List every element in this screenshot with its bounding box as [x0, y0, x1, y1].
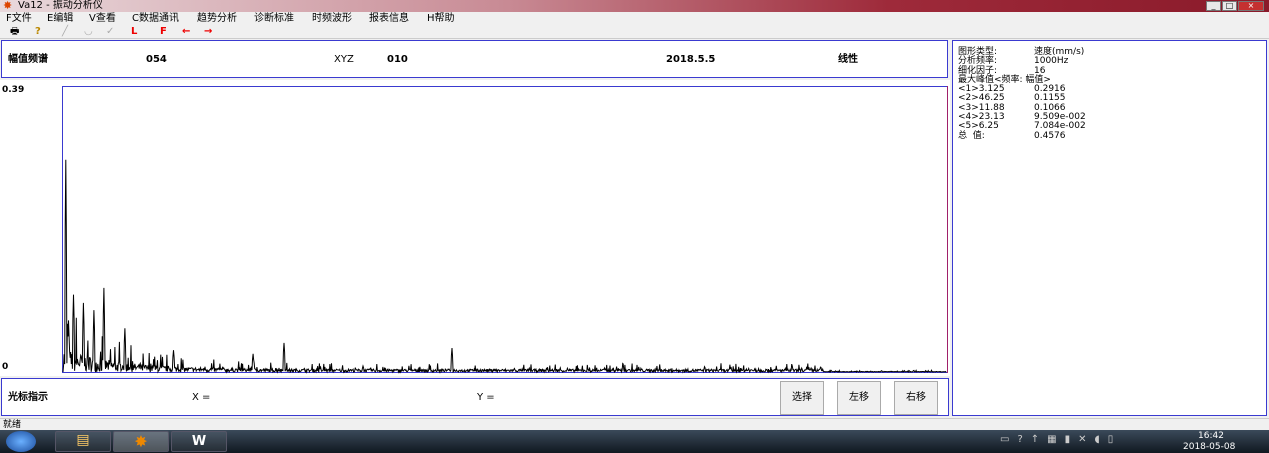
menu-report[interactable]: 报表信息: [369, 12, 409, 25]
f-button[interactable]: F: [160, 25, 167, 39]
word-taskbar-icon[interactable]: W: [171, 431, 227, 452]
cursor-panel: 光标指示 X = Y = 选择 左移 右移: [1, 378, 949, 416]
axis-label: XYZ: [334, 54, 354, 65]
menu-diagnosis[interactable]: 诊断标准: [254, 12, 294, 25]
y-tick-top: 0.39: [2, 85, 25, 95]
chart-area: 0.39 0: [0, 80, 950, 376]
title-bar: ✸ Va12 - 振动分析仪 _ □ ×: [0, 0, 1269, 12]
taskbar: ▤ ✸ W ▭?↑▦▮✕◖▯ 16:42 2018-05-08: [0, 430, 1269, 453]
info-panel: 图形类型: 速度(mm/s) 分析频率: 1000Hz 细化因子: 16 最大峰值<频率: …: [952, 40, 1267, 416]
menu-file[interactable]: F文件: [6, 12, 32, 25]
window-title: Va12 - 振动分析仪: [18, 0, 103, 11]
app-icon: ✸: [3, 0, 13, 12]
l-button[interactable]: L: [131, 25, 137, 39]
spectrum-header: 幅值频谱 054 XYZ 010 2018.5.5 线性: [1, 40, 948, 78]
menu-waveform[interactable]: 时频波形: [312, 12, 352, 25]
help-icon[interactable]: ?: [35, 25, 41, 39]
start-button[interactable]: [6, 431, 36, 452]
maximize-button[interactable]: □: [1222, 1, 1237, 11]
print-icon[interactable]: 🖶: [10, 25, 19, 39]
menu-view[interactable]: V查看: [89, 12, 116, 25]
status-bar: 就绪: [0, 418, 1269, 430]
tray-icons[interactable]: ▭?↑▦▮✕◖▯: [1000, 434, 1121, 445]
menu-bar: F文件 E编辑 V查看 C数据通讯 趋势分析 诊断标准 时频波形 报表信息 H帮…: [0, 12, 1269, 25]
spectrum-chart[interactable]: [62, 86, 949, 374]
curve-icon[interactable]: ◡: [84, 25, 93, 39]
arrow-right-icon[interactable]: →: [204, 25, 212, 39]
info-row: 分析频率: 1000Hz: [958, 56, 1266, 66]
toolbar: 🖶 ? ╱ ◡ ✓ L F ← →: [0, 25, 1269, 39]
check-curve-icon[interactable]: ✓: [106, 25, 114, 39]
info-value: 0.4576: [1034, 130, 1066, 141]
cursor-title: 光标指示: [8, 392, 48, 403]
select-button[interactable]: 选择: [780, 381, 824, 415]
cursor-x: X =: [192, 392, 211, 403]
plot-frame: [62, 86, 948, 373]
line-icon[interactable]: ╱: [62, 25, 68, 39]
menu-trend[interactable]: 趋势分析: [197, 12, 237, 25]
scale-type: 线性: [838, 54, 858, 65]
clock-date[interactable]: 2018-05-08: [1183, 442, 1235, 452]
date: 2018.5.5: [666, 54, 716, 65]
cursor-y: Y =: [477, 392, 495, 403]
va12-taskbar-icon[interactable]: ✸: [113, 431, 169, 452]
explorer-taskbar-icon[interactable]: ▤: [55, 431, 111, 452]
spectrum-title: 幅值频谱: [8, 54, 48, 65]
info-label: 总 值:: [958, 130, 985, 141]
info-row: <5>6.25 7.084e-002: [958, 122, 1266, 132]
info-row: 总 值: 0.4576: [958, 130, 1266, 141]
menu-edit[interactable]: E编辑: [47, 12, 73, 25]
close-button[interactable]: ×: [1238, 1, 1264, 11]
info-row: 图形类型: 速度(mm/s): [958, 47, 1266, 57]
clock-time[interactable]: 16:42: [1198, 431, 1224, 441]
menu-help[interactable]: H帮助: [427, 12, 455, 25]
info-row: <4>23.13 9.509e-002: [958, 112, 1266, 122]
move-right-button[interactable]: 右移: [894, 381, 938, 415]
y-tick-bottom: 0: [2, 362, 9, 372]
menu-comm[interactable]: C数据通讯: [132, 12, 179, 25]
move-left-button[interactable]: 左移: [837, 381, 881, 415]
device-code: 054: [146, 54, 167, 65]
arrow-left-icon[interactable]: ←: [182, 25, 190, 39]
minimize-button[interactable]: _: [1206, 1, 1221, 11]
point-code: 010: [387, 54, 408, 65]
